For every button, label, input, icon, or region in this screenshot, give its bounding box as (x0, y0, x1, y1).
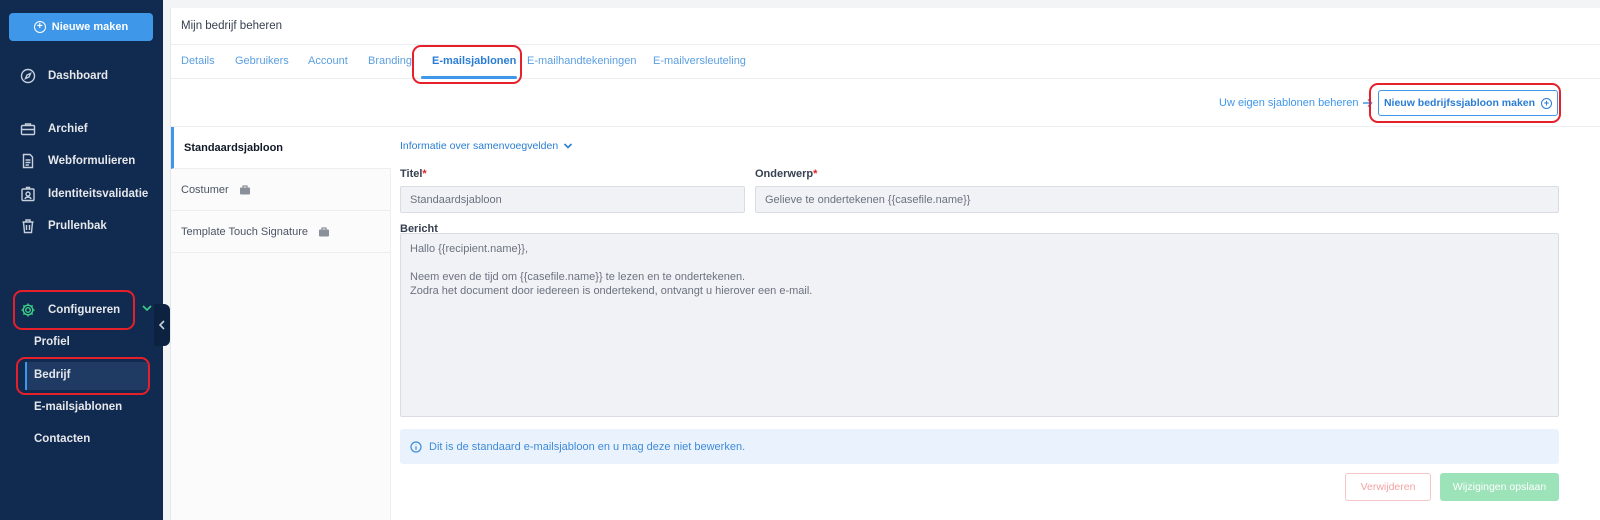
sidebar-item-webformulieren[interactable]: Webformulieren (20, 153, 135, 169)
save-changes-button[interactable]: Wijzigingen opslaan (1440, 473, 1559, 501)
sidebar-subitem-contacten[interactable]: Contacten (34, 433, 90, 445)
message-line (410, 256, 1549, 270)
document-icon (22, 153, 34, 169)
new-create-button[interactable]: + Nieuwe maken (9, 13, 153, 41)
tab-branding[interactable]: Branding (368, 55, 412, 67)
tab-gebruikers[interactable]: Gebruikers (235, 55, 289, 67)
message-line: Hallo {{recipient.name}}, (410, 243, 529, 255)
gear-icon (21, 303, 35, 317)
sidebar-item-identiteitsvalidatie[interactable]: Identiteitsvalidatie (20, 186, 148, 202)
message-line: Zodra het document door iedereen is onde… (410, 285, 813, 297)
sidebar-item-dashboard[interactable]: Dashboard (20, 68, 108, 84)
merge-fields-info-link[interactable]: Informatie over samenvoegvelden (400, 140, 573, 152)
sidebar-item-label: Archief (48, 123, 88, 135)
main-panel: Mijn bedrijf beheren Details Gebruikers … (170, 8, 1600, 520)
notice-text: Dit is de standaard e-mailsjabloon en u … (429, 440, 746, 453)
page-title: Mijn bedrijf beheren (171, 8, 1600, 45)
sidebar-subitem-emailsjablonen[interactable]: E-mailsjablonen (34, 401, 122, 413)
sidebar-subitem-bedrijf[interactable]: Bedrijf (34, 369, 70, 381)
manage-templates-label: Uw eigen sjablonen beheren (1219, 97, 1359, 109)
message-line: Neem even de tijd om {{casefile.name}} t… (410, 271, 746, 283)
plus-circle-icon: + (1541, 97, 1553, 109)
merge-fields-info-label: Informatie over samenvoegvelden (400, 140, 559, 152)
tab-emailhandtekeningen[interactable]: E-mailhandtekeningen (527, 55, 636, 67)
template-item-label: Standaardsjabloon (184, 141, 284, 154)
sidebar-item-label: Configureren (48, 304, 121, 316)
sidebar-collapse-toggle[interactable] (154, 304, 170, 346)
sidebar-item-configureren[interactable]: Configureren (20, 302, 120, 318)
briefcase-icon (319, 226, 329, 236)
template-item-label: Costumer (181, 183, 229, 196)
sidebar: + Nieuwe maken Dashboard Archief Webform… (0, 0, 163, 520)
sidebar-item-label: Webformulieren (48, 155, 136, 167)
tab-bar: Details Gebruikers Account Branding E-ma… (171, 45, 1600, 79)
template-item-label: Template Touch Signature (181, 225, 308, 238)
tab-emailversleuteling[interactable]: E-mailversleuteling (653, 55, 746, 67)
chevron-down-icon[interactable] (141, 302, 153, 314)
sidebar-item-label: Identiteitsvalidatie (48, 188, 149, 200)
template-item-costumer[interactable]: Costumer (171, 169, 391, 211)
sidebar-subitem-profiel[interactable]: Profiel (34, 336, 70, 348)
manage-templates-link[interactable]: Uw eigen sjablonen beheren (1219, 97, 1373, 109)
subject-label: Onderwerp* (755, 168, 818, 180)
sidebar-item-archief[interactable]: Archief (20, 121, 88, 137)
briefcase-icon (20, 123, 36, 136)
new-company-template-button[interactable]: Nieuw bedrijfssjabloon maken + (1378, 90, 1558, 116)
subject-field[interactable]: Gelieve te ondertekenen {{casefile.name}… (755, 186, 1559, 213)
default-template-notice: Dit is de standaard e-mailsjabloon en u … (400, 429, 1559, 464)
sidebar-item-label: Prullenbak (48, 220, 107, 232)
message-textarea[interactable]: Hallo {{recipient.name}}, Neem even de t… (400, 233, 1559, 417)
chevron-left-icon (158, 320, 165, 330)
actions-row: Uw eigen sjablonen beheren Nieuw bedrijf… (171, 79, 1600, 127)
template-list: Standaardsjabloon Costumer Template Touc… (171, 127, 391, 520)
template-form: Informatie over samenvoegvelden Titel* S… (400, 127, 1560, 520)
tab-emailsjablonen[interactable]: E-mailsjablonen (432, 55, 516, 67)
sidebar-item-label: Dashboard (48, 70, 109, 82)
plus-circle-icon: + (33, 21, 46, 33)
template-item-standaardsjabloon[interactable]: Standaardsjabloon (171, 127, 391, 169)
info-icon (410, 440, 422, 453)
briefcase-icon (239, 184, 250, 194)
title-field[interactable]: Standaardsjabloon (400, 186, 745, 213)
chevron-down-icon (564, 143, 573, 149)
sidebar-item-prullenbak[interactable]: Prullenbak (20, 218, 107, 234)
title-label: Titel* (400, 168, 427, 180)
trash-icon (22, 219, 34, 234)
new-company-template-label: Nieuw bedrijfssjabloon maken (1383, 97, 1536, 109)
delete-button[interactable]: Verwijderen (1345, 473, 1431, 501)
new-create-label: Nieuwe maken (51, 21, 129, 33)
tab-account[interactable]: Account (308, 55, 348, 67)
id-badge-icon (21, 186, 35, 202)
tab-details[interactable]: Details (181, 55, 215, 67)
compass-icon (20, 68, 36, 84)
arrow-right-icon (1363, 98, 1373, 108)
template-item-template-touch-signature[interactable]: Template Touch Signature (171, 211, 391, 253)
